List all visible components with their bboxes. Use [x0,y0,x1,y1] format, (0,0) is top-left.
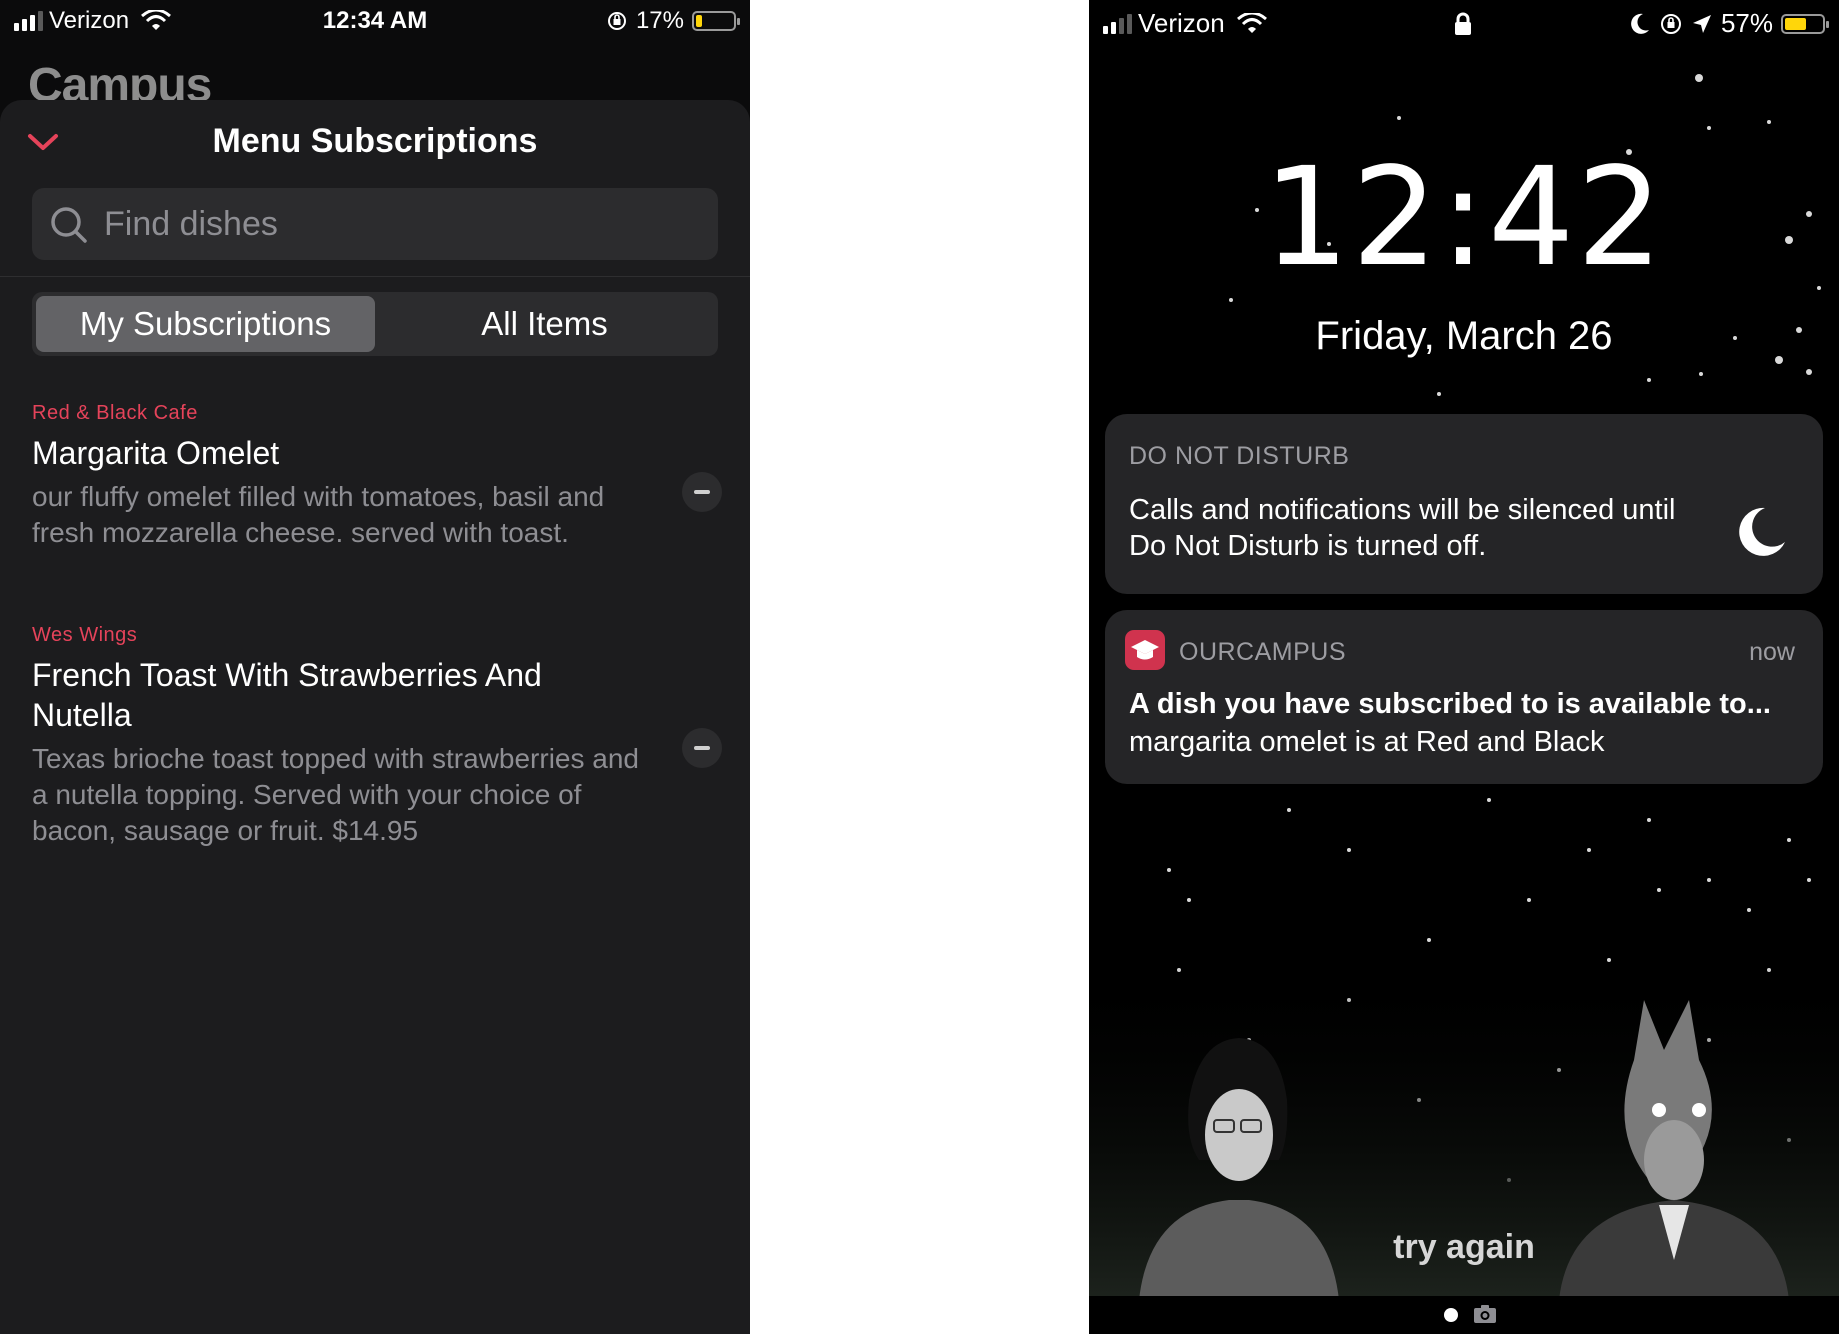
sheet-header: Menu Subscriptions [0,100,750,176]
item-name: French Toast With Strawberries And Nutel… [32,657,542,733]
battery-percent: 17% [635,7,684,34]
signal-icon [1103,13,1132,34]
notification-app-name: OURCAMPUS [1179,638,1347,666]
notification-title: A dish you have subscribed to is availab… [1129,688,1771,720]
list-item: Wes Wings French Toast With Strawberries… [32,624,722,849]
page-indicator-dot [1444,1308,1458,1322]
segmented-control: My Subscriptions All Items [32,292,718,356]
orientation-lock-icon [1660,13,1681,34]
search-input[interactable] [104,188,684,260]
header-divider [0,276,750,277]
sheet-title: Menu Subscriptions [212,122,538,160]
app-icon [1125,630,1165,670]
status-right-group: 57% [1629,8,1829,39]
list-item: Red & Black Cafe Margarita Omelet our fl… [32,402,722,551]
item-name: Margarita Omelet [32,435,280,471]
tab-all-items[interactable]: All Items [375,296,714,352]
lock-icon [1455,12,1471,35]
dnd-body: Calls and notifications will be silenced… [1129,494,1676,562]
battery-icon [692,11,740,31]
wifi-icon [1236,12,1267,33]
camera-icon[interactable] [1473,1304,1497,1324]
carrier-group: Verizon [1103,8,1267,39]
item-description: Texas brioche toast topped with strawber… [32,743,639,846]
graduation-cap-icon [1131,640,1159,660]
moon-icon [1739,507,1785,556]
item-description: our fluffy omelet filled with tomatoes, … [32,481,605,548]
item-cafe-label: Red & Black Cafe [32,402,198,424]
dnd-notification[interactable]: DO NOT DISTURB Calls and notifications w… [1105,414,1823,594]
orientation-lock-icon [607,12,626,30]
subscriptions-sheet: Menu Subscriptions My Subscriptions All … [0,100,750,1334]
status-bar: Verizon 12:34 AM 17% [0,0,750,44]
notification-body: margarita omelet is at Red and Black [1129,726,1605,758]
carrier-label: Verizon [1138,8,1225,38]
notification-time: now [1749,638,1795,666]
location-arrow-icon [1692,14,1711,33]
moon-icon [1631,13,1649,34]
app-notification[interactable]: OURCAMPUS now A dish you have subscribed… [1105,610,1823,784]
unsubscribe-button[interactable] [682,728,722,768]
battery-icon [1781,13,1829,34]
lock-screen-bottom-bar [1089,1296,1839,1334]
lock-screen-time: 12:42 [1263,139,1665,297]
wallpaper-caption: try again [1393,1228,1535,1266]
status-bar: Verizon 57% [1089,0,1839,50]
lock-screen: Verizon 57% 12:42 Friday, March 26 DO NO… [1089,0,1839,1334]
item-cafe-label: Wes Wings [32,624,138,646]
battery-percent: 57% [1720,8,1773,38]
lock-screen-date: Friday, March 26 [1315,314,1613,358]
menu-subscriptions-screen: Verizon 12:34 AM 17% Campus Menu Subscri… [0,0,750,1334]
tab-my-subscriptions[interactable]: My Subscriptions [36,296,375,352]
search-bar[interactable] [32,188,718,260]
dnd-title: DO NOT DISTURB [1129,442,1350,470]
status-right-group: 17% [606,7,740,35]
unsubscribe-button[interactable] [682,472,722,512]
search-icon [51,207,87,243]
